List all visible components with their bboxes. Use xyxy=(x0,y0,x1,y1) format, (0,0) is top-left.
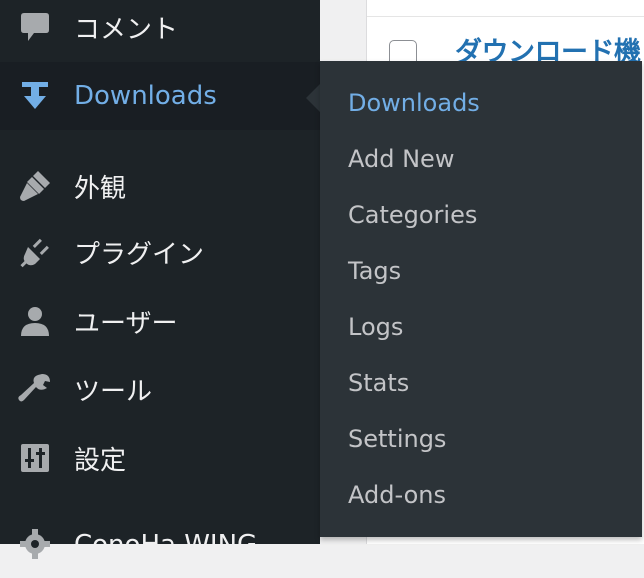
sidebar-item-tools[interactable]: ツール xyxy=(0,355,320,423)
sidebar-item-label: ConoHa WING xyxy=(74,530,258,560)
admin-sidebar: コメント Downloads 外観 プラグイン ユーザー ツール 設定 Cono… xyxy=(0,0,320,560)
download-icon xyxy=(18,79,52,113)
sidebar-item-label: Downloads xyxy=(74,81,217,111)
sidebar-item-conoha-wing[interactable]: ConoHa WING xyxy=(0,510,320,578)
flyout-pointer xyxy=(306,84,320,112)
settings-sliders-icon xyxy=(18,441,52,475)
comment-icon xyxy=(18,10,52,44)
sidebar-item-users[interactable]: ユーザー xyxy=(0,287,320,355)
sidebar-item-settings[interactable]: 設定 xyxy=(0,424,320,492)
sidebar-item-label: ツール xyxy=(74,376,153,407)
sidebar-item-label: プラグイン xyxy=(74,239,205,270)
submenu-item-add-new[interactable]: Add New xyxy=(348,145,454,173)
sidebar-item-appearance[interactable]: 外観 xyxy=(0,152,320,220)
sidebar-item-downloads[interactable]: Downloads xyxy=(0,62,320,130)
submenu-item-tags[interactable]: Tags xyxy=(348,257,401,285)
sidebar-item-comments[interactable]: コメント xyxy=(0,0,320,61)
submenu-item-add-ons[interactable]: Add-ons xyxy=(348,481,446,509)
paintbrush-icon xyxy=(18,169,52,203)
submenu-item-logs[interactable]: Logs xyxy=(348,313,403,341)
sidebar-item-label: 設定 xyxy=(74,445,127,476)
plugin-icon xyxy=(18,235,52,269)
submenu-item-categories[interactable]: Categories xyxy=(348,201,477,229)
sidebar-item-plugins[interactable]: プラグイン xyxy=(0,218,320,286)
submenu-item-downloads[interactable]: Downloads xyxy=(348,89,480,117)
wrench-icon xyxy=(18,372,52,406)
sidebar-item-label: 外観 xyxy=(74,173,127,204)
submenu-item-settings[interactable]: Settings xyxy=(348,425,446,453)
row-divider xyxy=(367,16,644,17)
downloads-submenu: Downloads Add New Categories Tags Logs S… xyxy=(320,61,642,537)
sidebar-item-label: コメント xyxy=(74,14,179,45)
sidebar-item-label: ユーザー xyxy=(74,308,178,339)
submenu-item-stats[interactable]: Stats xyxy=(348,369,409,397)
gear-icon xyxy=(18,527,52,561)
user-icon xyxy=(18,304,52,338)
